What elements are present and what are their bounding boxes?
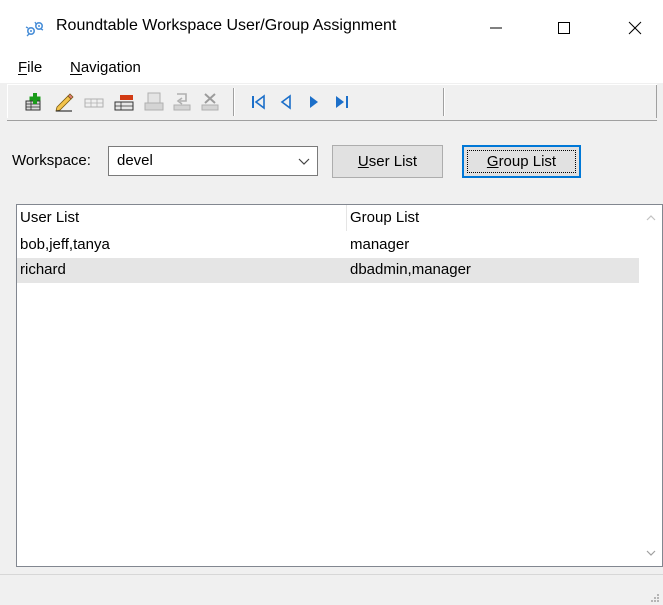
list-header: User List Group List bbox=[17, 205, 639, 231]
column-header-user-list[interactable]: User List bbox=[20, 209, 79, 226]
cell-group-list: dbadmin,manager bbox=[350, 261, 471, 278]
delete-record-icon[interactable] bbox=[113, 91, 135, 113]
minimize-button[interactable] bbox=[473, 8, 519, 48]
title-bar[interactable]: Roundtable Workspace User/Group Assignme… bbox=[0, 0, 663, 56]
roundtable-app-icon bbox=[25, 21, 44, 37]
edit-record-icon[interactable] bbox=[53, 91, 75, 113]
undo-record-icon[interactable] bbox=[171, 91, 193, 113]
cancel-record-icon[interactable] bbox=[199, 91, 221, 113]
copy-record-icon[interactable] bbox=[83, 91, 105, 113]
close-icon bbox=[628, 21, 642, 35]
toolbar-separator bbox=[233, 88, 235, 116]
save-record-icon[interactable] bbox=[143, 91, 165, 113]
cell-user-list: richard bbox=[20, 261, 66, 278]
close-button[interactable] bbox=[612, 8, 658, 48]
add-record-icon[interactable] bbox=[23, 91, 45, 113]
previous-record-icon[interactable] bbox=[275, 91, 297, 113]
scroll-down-icon[interactable] bbox=[644, 546, 658, 560]
resize-grip-icon[interactable] bbox=[648, 591, 660, 603]
minimize-icon bbox=[490, 27, 502, 29]
menu-bar: File Navigation bbox=[0, 56, 663, 83]
column-divider[interactable] bbox=[346, 205, 347, 231]
window-title: Roundtable Workspace User/Group Assignme… bbox=[56, 17, 397, 34]
next-record-icon[interactable] bbox=[303, 91, 325, 113]
menu-file[interactable]: File bbox=[18, 59, 42, 76]
maximize-icon bbox=[558, 22, 570, 34]
workspace-value: devel bbox=[117, 152, 153, 169]
column-header-group-list[interactable]: Group List bbox=[350, 209, 419, 226]
maximize-button[interactable] bbox=[541, 8, 587, 48]
toolbar bbox=[7, 84, 657, 121]
mnemonic-letter: U bbox=[357, 153, 369, 170]
first-record-icon[interactable] bbox=[247, 91, 269, 113]
group-list-button[interactable]: Group List bbox=[462, 145, 581, 178]
table-row[interactable]: bob,jeff,tanya manager bbox=[17, 233, 639, 258]
mnemonic-underline bbox=[18, 74, 27, 75]
vertical-scrollbar[interactable] bbox=[640, 205, 662, 566]
toolbar-separator bbox=[443, 88, 445, 116]
menu-navigation[interactable]: Navigation bbox=[70, 59, 141, 76]
assignment-list[interactable]: User List Group List bob,jeff,tanya mana… bbox=[16, 204, 663, 567]
table-row[interactable]: richard dbadmin,manager bbox=[17, 258, 639, 283]
workspace-label: Workspace: bbox=[12, 152, 91, 169]
focus-rectangle bbox=[467, 150, 576, 173]
scroll-up-icon[interactable] bbox=[644, 211, 658, 225]
last-record-icon[interactable] bbox=[331, 91, 353, 113]
chevron-down-icon[interactable] bbox=[297, 155, 311, 167]
mnemonic-underline bbox=[70, 74, 82, 75]
cell-user-list: bob,jeff,tanya bbox=[20, 236, 110, 253]
status-bar bbox=[0, 574, 663, 605]
user-list-button[interactable]: User List bbox=[332, 145, 443, 178]
workspace-combobox[interactable]: devel bbox=[108, 146, 318, 176]
app-window: Roundtable Workspace User/Group Assignme… bbox=[0, 0, 663, 605]
user-list-button-label: User List bbox=[357, 153, 418, 170]
cell-group-list: manager bbox=[350, 236, 410, 253]
